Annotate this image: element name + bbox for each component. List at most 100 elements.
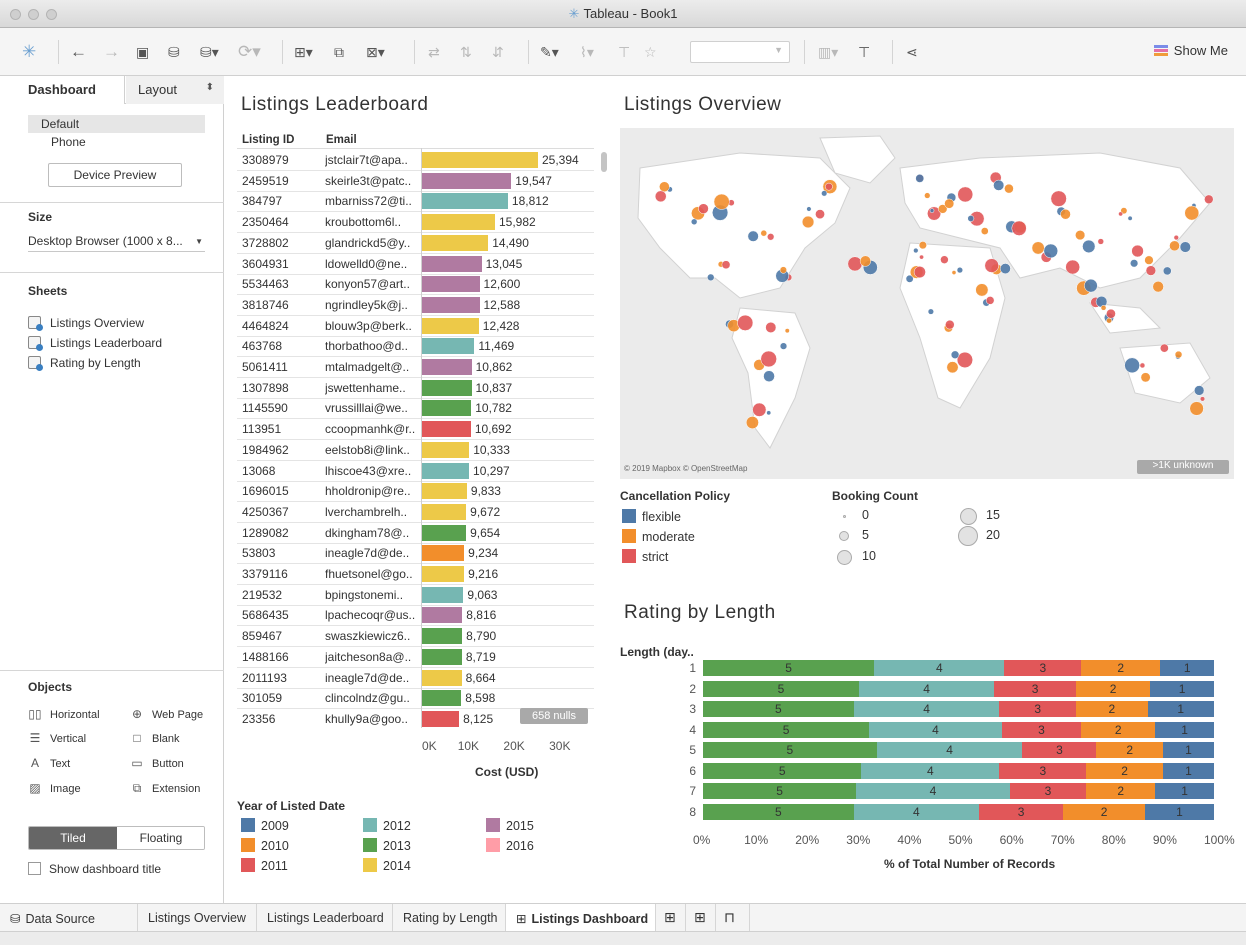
object-image[interactable]: ▨ Image	[28, 781, 80, 795]
map-marker[interactable]	[1162, 266, 1172, 276]
map-marker[interactable]	[1065, 259, 1080, 275]
table-row[interactable]: 3379116 fhuetsonel@go.. 9,216	[237, 563, 594, 585]
map-marker[interactable]	[1011, 220, 1027, 236]
save-icon[interactable]: ▣	[136, 42, 149, 62]
leaderboard-scrollbar[interactable]	[598, 148, 610, 728]
tab-listings-overview[interactable]: Listings Overview	[138, 904, 257, 932]
table-row[interactable]: 859467 swaszkiewicz6.. 8,790	[237, 625, 594, 648]
cost-bar[interactable]	[422, 152, 538, 168]
map-marker[interactable]	[1004, 183, 1014, 194]
map-marker[interactable]	[1124, 357, 1140, 374]
object-extension[interactable]: ⧉ Extension	[130, 781, 201, 796]
table-row[interactable]: 13068 lhiscoe43@xre.. 10,297	[237, 460, 594, 482]
map-marker[interactable]	[698, 203, 709, 214]
table-row[interactable]: 301059 clincolndz@gu.. 8,598	[237, 687, 594, 710]
forward-icon[interactable]: →	[103, 42, 120, 62]
sort-descending-icon[interactable]: ⇵	[492, 42, 504, 62]
sheet-item-listings-leaderboard[interactable]: Listings Leaderboard	[28, 336, 162, 354]
rating-segment[interactable]: 5	[703, 803, 854, 820]
table-row[interactable]: 1145590 vrussilllai@we.. 10,782	[237, 397, 594, 420]
map-marker[interactable]	[760, 229, 768, 237]
rating-segment[interactable]: 1	[1155, 783, 1214, 799]
header-listing-id[interactable]: Listing ID	[242, 134, 294, 146]
show-cards-icon[interactable]: ▥▾	[818, 42, 838, 62]
new-data-source-icon[interactable]: ⛁	[168, 42, 180, 62]
map-marker[interactable]	[659, 181, 670, 193]
map-marker[interactable]	[760, 350, 777, 368]
rating-segment[interactable]: 1	[1160, 660, 1214, 676]
map-marker[interactable]	[1095, 295, 1108, 308]
map-marker[interactable]	[980, 227, 989, 235]
map-marker[interactable]	[821, 190, 828, 197]
map-marker[interactable]	[1050, 190, 1067, 207]
year-legend-item[interactable]: 2016	[486, 838, 534, 853]
cost-bar[interactable]	[422, 317, 479, 334]
map-marker[interactable]	[1043, 243, 1059, 259]
map-marker[interactable]	[945, 319, 955, 330]
map-marker[interactable]	[940, 255, 949, 264]
year-legend-item[interactable]: 2013	[363, 838, 411, 853]
map-marker[interactable]	[951, 270, 957, 275]
tab-dashboard[interactable]: Dashboard	[0, 76, 125, 104]
rating-segment[interactable]: 5	[703, 660, 875, 676]
rating-segment[interactable]: 1	[1150, 680, 1214, 697]
duplicate-sheet-icon[interactable]: ⧉	[334, 42, 344, 62]
table-row[interactable]: 3308979 jstclair7t@apa.. 25,394	[237, 149, 594, 171]
map-marker[interactable]	[763, 370, 775, 382]
rating-segment[interactable]: 2	[1086, 783, 1156, 799]
table-row[interactable]: 1307898 jswettenhame.. 10,837	[237, 377, 594, 399]
rating-segment[interactable]: 3	[994, 680, 1077, 697]
table-row[interactable]: 4250367 lverchambrelh.. 9,672	[237, 501, 594, 523]
rating-segment[interactable]: 4	[853, 701, 1000, 717]
presentation-mode-icon[interactable]: ⊤	[858, 42, 870, 62]
rating-segment[interactable]: 2	[1081, 660, 1161, 676]
rating-segment[interactable]: 5	[703, 701, 854, 717]
map-marker[interactable]	[1031, 241, 1045, 255]
rating-segment[interactable]: 2	[1076, 701, 1148, 717]
group-icon[interactable]: ⌇▾	[580, 42, 594, 62]
table-row[interactable]: 1696015 hholdronip@re.. 9,833	[237, 480, 594, 503]
map-marker[interactable]	[707, 273, 715, 282]
scrollbar-thumb[interactable]	[601, 152, 607, 172]
map-marker[interactable]	[1204, 194, 1214, 204]
nulls-badge[interactable]: 658 nulls	[520, 708, 588, 724]
map-marker[interactable]	[975, 283, 989, 297]
map-marker[interactable]	[1130, 259, 1139, 268]
table-row[interactable]: 4464824 blouw3p@berk.. 12,428	[237, 315, 594, 337]
cancellation-legend-item[interactable]: strict	[622, 549, 668, 564]
map-marker[interactable]	[924, 192, 931, 199]
cost-bar[interactable]	[422, 400, 472, 417]
year-legend-item[interactable]: 2015	[486, 818, 534, 833]
rating-segment[interactable]: 4	[869, 721, 1002, 738]
cost-bar[interactable]	[422, 441, 470, 458]
year-legend-item[interactable]: 2009	[241, 818, 289, 833]
map-marker[interactable]	[1145, 265, 1157, 276]
table-row[interactable]: 113951 ccoopmanhk@r.. 10,692	[237, 418, 594, 441]
size-dropdown[interactable]: Desktop Browser (1000 x 8... ▼	[28, 234, 205, 252]
map-marker[interactable]	[825, 182, 833, 191]
cost-bar[interactable]	[422, 421, 471, 438]
tab-listings-leaderboard[interactable]: Listings Leaderboard	[257, 904, 393, 932]
map-marker[interactable]	[944, 198, 955, 209]
cost-bar[interactable]	[422, 690, 462, 707]
rating-segment[interactable]: 5	[703, 680, 859, 697]
pause-updates-icon[interactable]: ⛁▾	[200, 42, 219, 62]
cost-bar[interactable]	[422, 172, 512, 189]
map-marker[interactable]	[1118, 211, 1123, 217]
map-marker[interactable]	[1194, 385, 1205, 396]
map-marker[interactable]	[747, 230, 759, 242]
highlight-icon[interactable]: ✎▾	[540, 42, 559, 62]
cost-bar[interactable]	[422, 214, 495, 231]
map-marker[interactable]	[1173, 234, 1179, 241]
show-labels-icon[interactable]: ⊤	[618, 42, 630, 62]
map-marker[interactable]	[745, 416, 759, 429]
map-marker[interactable]	[815, 209, 825, 220]
cost-bar[interactable]	[422, 338, 475, 355]
cancellation-legend-item[interactable]: moderate	[622, 529, 695, 544]
rating-segment[interactable]: 4	[876, 742, 1023, 758]
table-row[interactable]: 2459519 skeirle3t@patc.. 19,547	[237, 170, 594, 192]
map-marker[interactable]	[1127, 215, 1133, 221]
unknown-locations-badge[interactable]: >1K unknown	[1137, 460, 1229, 474]
map-marker[interactable]	[1179, 241, 1191, 253]
rating-segment[interactable]: 2	[1081, 721, 1156, 738]
